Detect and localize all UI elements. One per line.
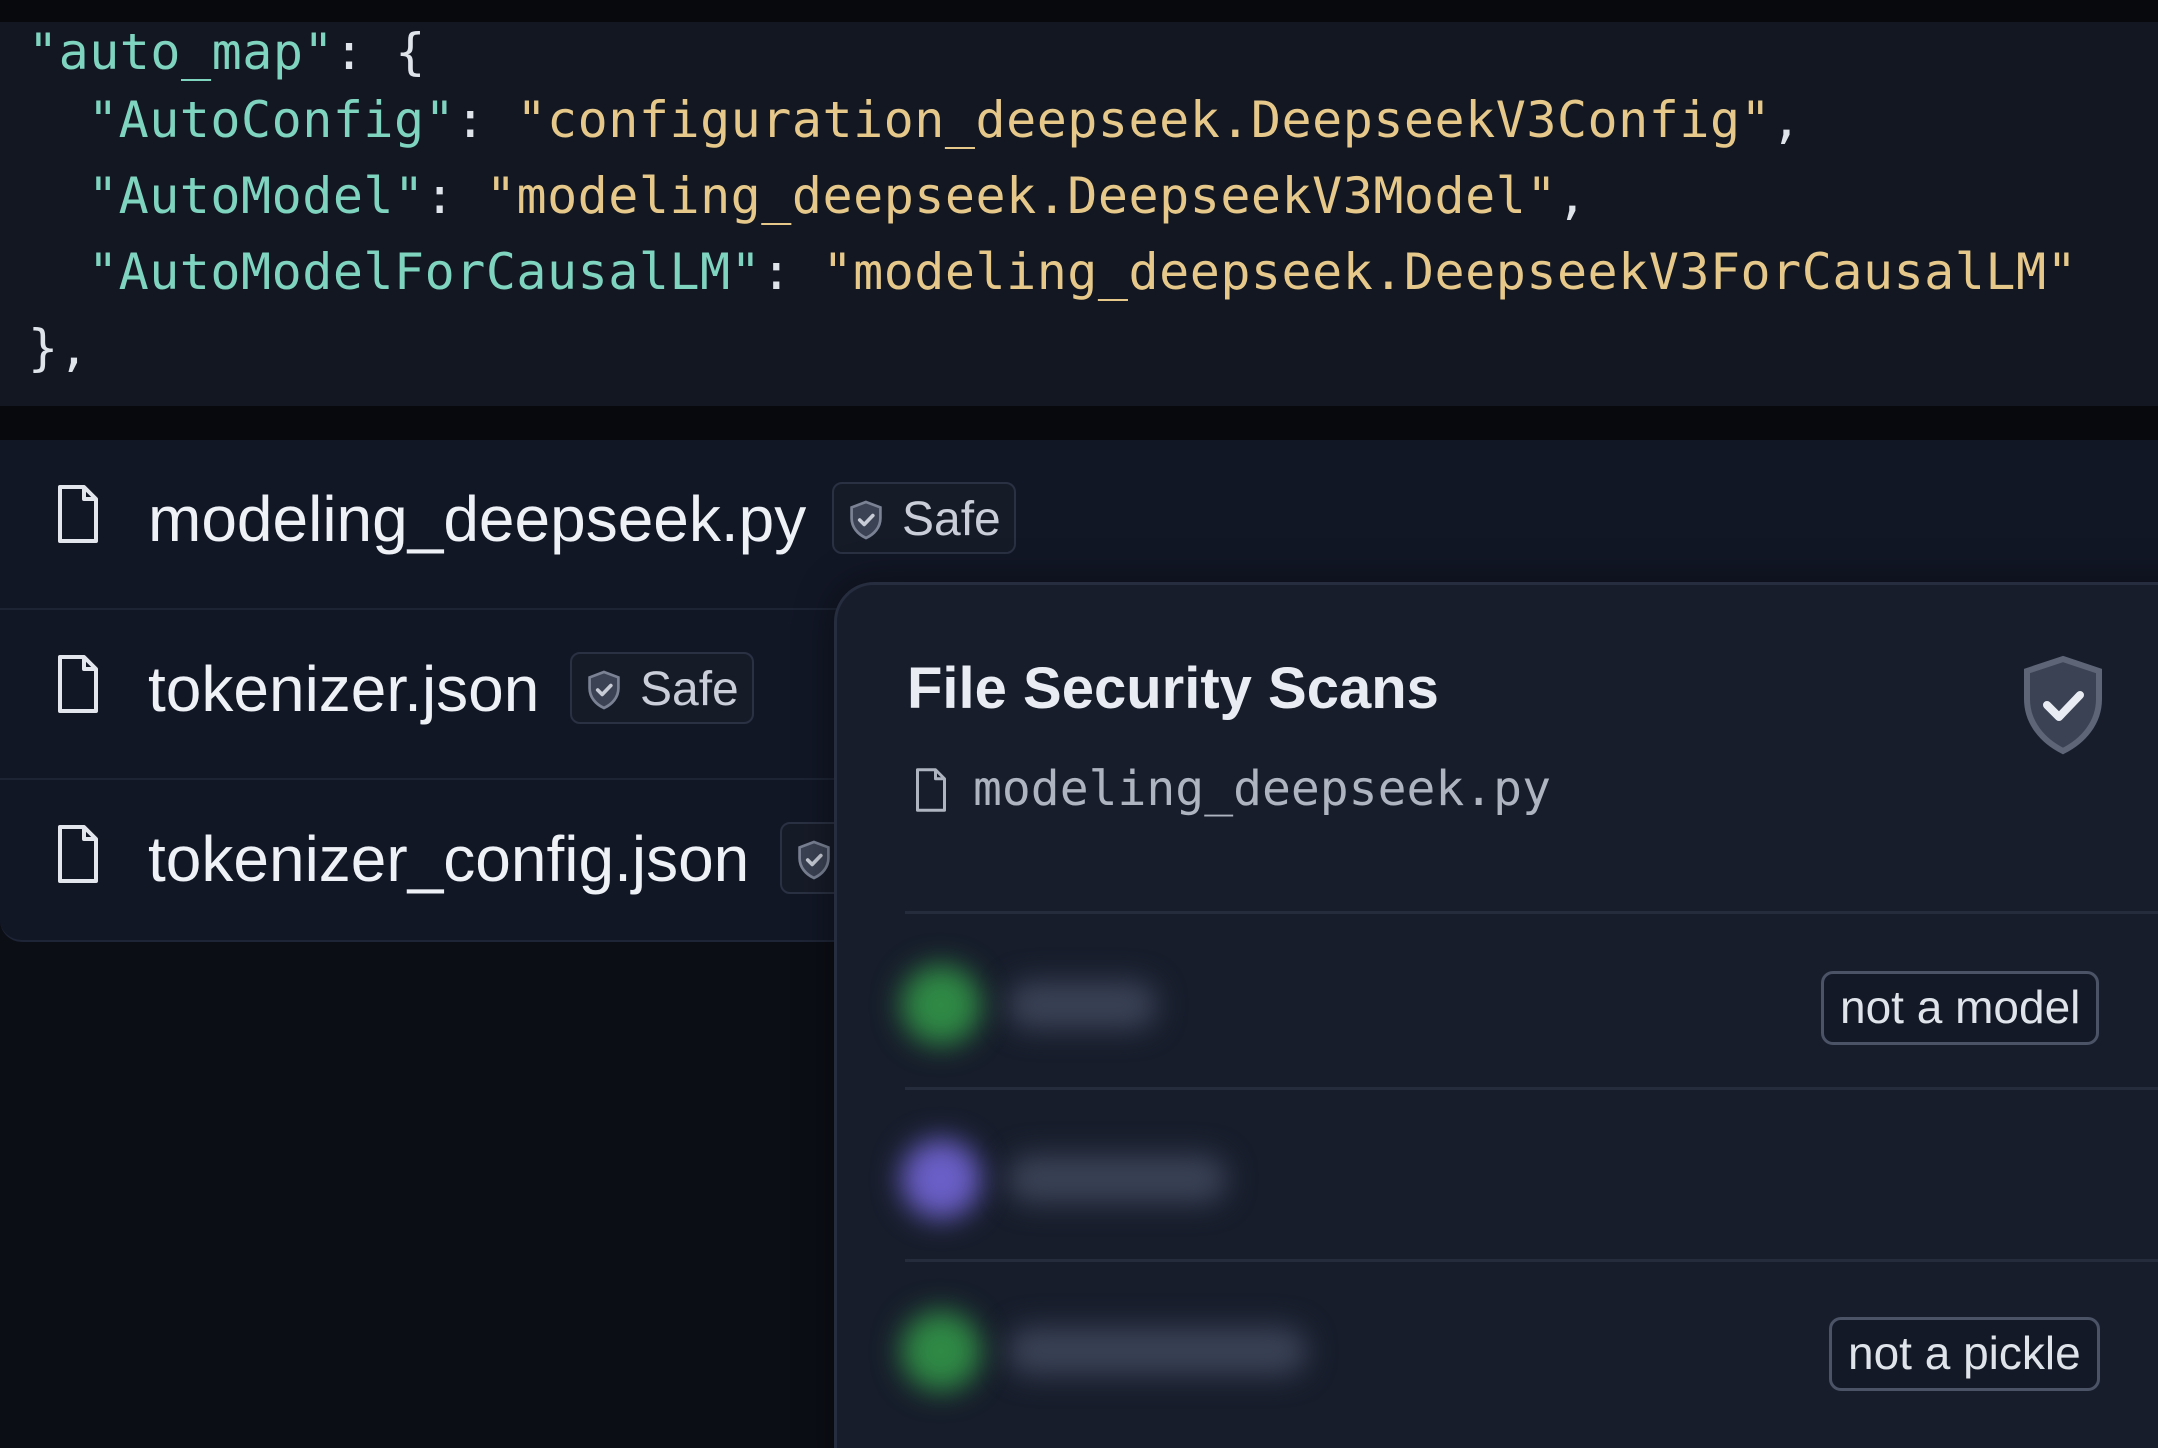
file-icon xyxy=(58,485,98,543)
scanner-logo xyxy=(901,965,981,1045)
file-name[interactable]: tokenizer.json xyxy=(148,652,539,726)
scan-status-badge: not a pickle xyxy=(1829,1317,2100,1391)
shield-check-icon xyxy=(850,500,882,540)
shield-check-icon xyxy=(588,670,620,710)
popover-title: File Security Scans xyxy=(907,656,1439,721)
file-icon xyxy=(916,768,946,812)
scan-status-badge: not a model xyxy=(1821,971,2100,1045)
scan-separator xyxy=(905,911,2158,914)
scan-row: not a model xyxy=(837,915,2158,1085)
safe-label: Safe xyxy=(902,493,1001,546)
file-security-scans-popover: File Security Scans modeling_deepseek.py… xyxy=(834,582,2158,1448)
popover-filename: modeling_deepseek.py xyxy=(973,761,1551,817)
file-name[interactable]: tokenizer_config.json xyxy=(148,822,749,896)
code-line-3: "AutoModel": "modeling_deepseek.Deepseek… xyxy=(88,167,1588,225)
scanner-logo xyxy=(901,1311,981,1391)
app-frame: "auto_map": { "AutoConfig": "configurati… xyxy=(0,0,2158,1448)
scanner-name-redacted xyxy=(1007,1155,1227,1203)
section-separator xyxy=(0,406,2158,440)
safe-badge[interactable]: Safe xyxy=(570,652,754,724)
scan-row xyxy=(837,1089,2158,1259)
scanner-name-redacted xyxy=(1007,981,1157,1029)
safe-label: Safe xyxy=(640,663,739,716)
file-name[interactable]: modeling_deepseek.py xyxy=(148,482,806,556)
file-icon xyxy=(58,655,98,713)
code-line-5: }, xyxy=(28,319,90,377)
code-line-2: "AutoConfig": "configuration_deepseek.De… xyxy=(88,91,1802,149)
scanner-logo xyxy=(901,1139,981,1219)
shield-check-icon xyxy=(2024,655,2102,755)
scanner-name-redacted xyxy=(1007,1327,1307,1375)
top-bar xyxy=(0,0,2158,22)
code-line-4: "AutoModelForCausalLM": "modeling_deepse… xyxy=(88,243,2078,301)
config-code-block: "auto_map": { "AutoConfig": "configurati… xyxy=(0,22,2158,406)
code-line-1: "auto_map": { xyxy=(28,23,426,81)
safe-badge[interactable]: Safe xyxy=(832,482,1016,554)
scan-row: not a pickle xyxy=(837,1261,2158,1431)
shield-check-icon xyxy=(798,840,830,880)
file-icon xyxy=(58,825,98,883)
